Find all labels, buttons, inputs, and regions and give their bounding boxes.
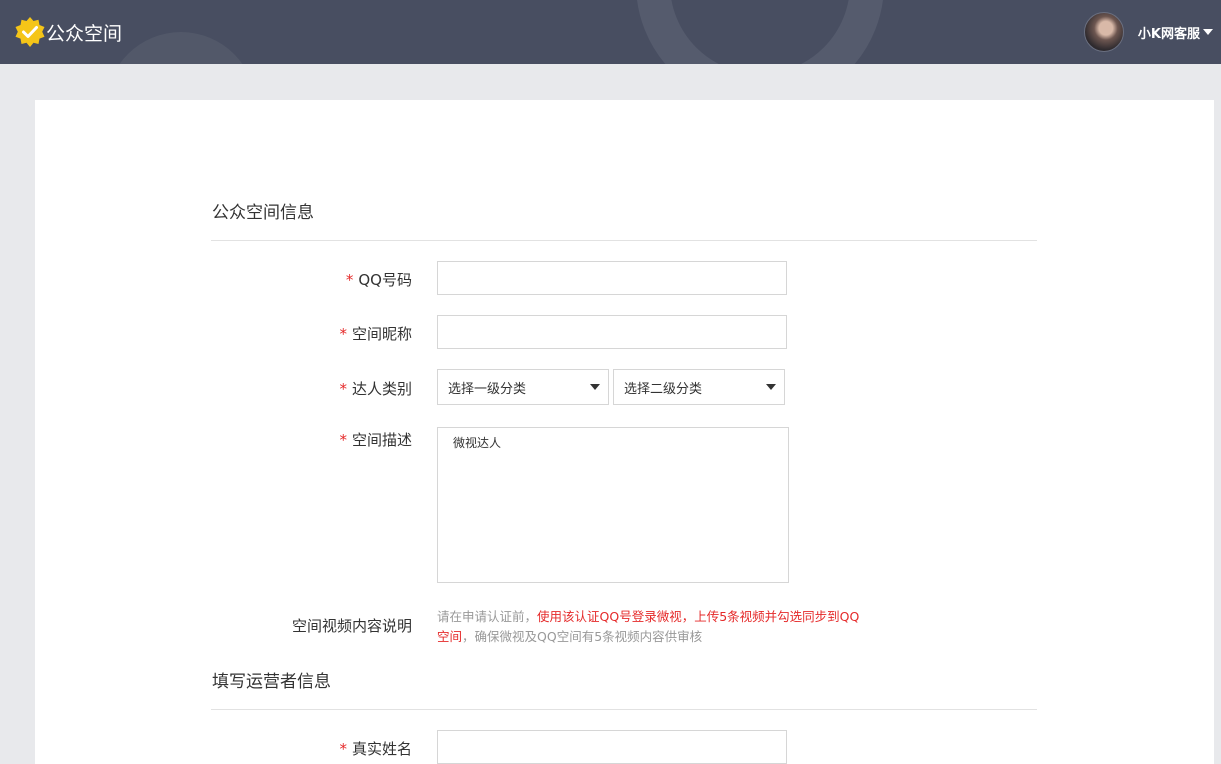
top-header: 公众空间 小K网客服	[0, 0, 1221, 64]
primary-category-value: 选择一级分类	[448, 381, 527, 397]
qq-label: * QQ号码	[345, 271, 412, 289]
app-title: 公众空间	[46, 22, 123, 45]
header-decoration	[636, 0, 884, 64]
section-divider	[211, 240, 1037, 241]
required-mark: *	[339, 380, 347, 398]
section-divider	[211, 709, 1037, 710]
avatar[interactable]	[1083, 12, 1124, 52]
section-title-operator-info: 填写运营者信息	[212, 672, 331, 692]
chevron-down-icon	[766, 384, 776, 390]
primary-category-select[interactable]: 选择一级分类	[437, 369, 609, 405]
real-name-label: * 真实姓名	[339, 740, 412, 758]
nickname-input[interactable]	[437, 315, 787, 349]
section-title-space-info: 公众空间信息	[212, 203, 314, 223]
real-name-input[interactable]	[437, 730, 787, 764]
nickname-label: * 空间昵称	[339, 325, 412, 343]
required-mark: *	[345, 271, 354, 289]
video-note-label: 空间视频内容说明	[291, 617, 412, 635]
caret-down-icon[interactable]	[1203, 29, 1213, 35]
description-label: * 空间描述	[339, 431, 412, 449]
header-decoration	[106, 32, 256, 64]
chevron-down-icon	[590, 384, 600, 390]
required-mark: *	[339, 740, 347, 758]
badge-check-icon	[15, 17, 45, 47]
category-label: * 达人类别	[339, 380, 412, 398]
description-textarea[interactable]: 微视达人	[437, 427, 789, 583]
user-menu[interactable]: 小K网客服	[1083, 12, 1213, 52]
qq-input[interactable]	[437, 261, 787, 295]
secondary-category-select[interactable]: 选择二级分类	[613, 369, 785, 405]
user-name[interactable]: 小K网客服	[1138, 23, 1200, 42]
secondary-category-value: 选择二级分类	[624, 381, 703, 397]
required-mark: *	[339, 325, 347, 343]
video-note-text: 请在申请认证前，使用该认证QQ号登录微视，上传5条视频并勾选同步到QQ空间，确保…	[437, 609, 860, 644]
required-mark: *	[339, 431, 347, 449]
app-logo[interactable]: 公众空间	[14, 15, 122, 49]
